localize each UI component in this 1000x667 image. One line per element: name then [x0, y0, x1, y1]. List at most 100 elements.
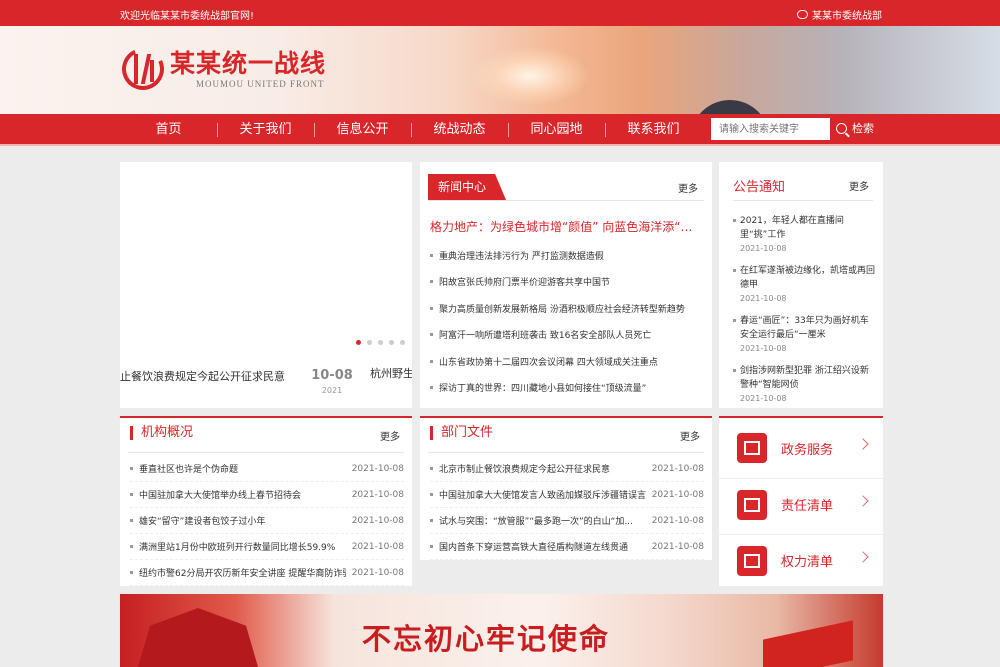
logo-subtitle: MOUMOU UNITED FRONT: [196, 79, 325, 89]
org-more-link[interactable]: 更多: [380, 428, 400, 443]
bullet-icon: [130, 545, 133, 548]
list-item[interactable]: 国内首条下穿运营高铁大直径盾构隧道左线贯通 2021-10-08: [430, 534, 704, 560]
list-item[interactable]: 满洲里站1月份中欧班列开行数量同比增长59.9% 2021-10-08: [130, 534, 404, 560]
slider-dot[interactable]: [356, 340, 361, 345]
org-overview-title: 机构概况: [130, 426, 193, 440]
news-headline[interactable]: 格力地产：为绿色城市增“颜值” 向蓝色海洋添“活力”: [430, 218, 702, 235]
slider-next-caption[interactable]: 杭州野生动式，老虎在: [370, 366, 412, 382]
service-label: 政务服务: [781, 442, 834, 458]
bullet-icon: [733, 219, 736, 222]
bullet-icon: [130, 519, 133, 522]
list-item[interactable]: 北京市制止餐饮浪费规定今起公开征求民意 2021-10-08: [430, 456, 704, 482]
slogan-banner[interactable]: 不忘初心牢记使命: [120, 594, 883, 667]
nav-item-home[interactable]: 首页: [120, 114, 217, 146]
bullet-icon: [430, 253, 433, 257]
list-item-date: 2021-10-08: [351, 463, 404, 474]
list-item[interactable]: 阳故宫张氏帅府门票半价迎游客共享中国节: [430, 269, 702, 296]
bullet-icon: [733, 269, 736, 272]
list-item[interactable]: 2021，年轻人都在直播间里“挑”工作 2021-10-08: [733, 214, 875, 253]
notice-more-link[interactable]: 更多: [849, 178, 869, 193]
bullet-icon: [430, 386, 433, 390]
slider-dot[interactable]: [378, 340, 383, 345]
list-item-text: 满洲里站1月份中欧班列开行数量同比增长59.9%: [139, 543, 336, 553]
government-building-icon: [737, 433, 767, 463]
list-item-text: 重典治理违法排污行为 严打监测数据造假: [439, 251, 604, 262]
service-government[interactable]: 政务服务: [719, 422, 883, 474]
image-slider[interactable]: 止餐饮浪费规定今起公开征求民意 10-08 2021 杭州野生动式，老虎在: [120, 162, 412, 408]
list-item[interactable]: 重典治理违法排污行为 严打监测数据造假: [430, 242, 702, 269]
list-item[interactable]: 试水与突围：“放管服”“最多跑一次”的白山“加... 2021-10-08: [430, 508, 704, 534]
list-item[interactable]: 中国驻加拿大大使馆举办线上春节招待会 2021-10-08: [130, 482, 404, 508]
list-item-date: 2021-10-08: [351, 515, 404, 526]
notice-list: 2021，年轻人都在直播间里“挑”工作 2021-10-08 在红军遂渐被边缘化，…: [733, 214, 875, 408]
list-item[interactable]: 剑指涉网新型犯罪 浙江绍兴设新警种“智能网侦 2021-10-08: [733, 364, 875, 403]
org-list: 垂直社区也许是个伪命题 2021-10-08 中国驻加拿大大使馆举办线上春节招待会…: [130, 456, 404, 586]
list-item[interactable]: 中国驻加拿大大使馆发言人致函加媒驳斥涉疆错误言论 2021-10-08: [430, 482, 704, 508]
divider: [428, 200, 704, 201]
list-item[interactable]: 探访丁真的世界：四川藏地小县如何接住“顶级流量”: [430, 375, 702, 402]
search-icon: [836, 122, 847, 134]
news-more-link[interactable]: 更多: [678, 180, 698, 195]
docs-title: 部门文件: [430, 426, 493, 440]
nav-item-garden[interactable]: 同心园地: [508, 114, 605, 146]
list-item-text: 雄安“留守”建设者包饺子过小年: [139, 517, 266, 527]
list-item[interactable]: 春运“画匠”：33年只为画好机车安全运行最后“一厘米 2021-10-08: [733, 314, 875, 353]
notice-text: 2021，年轻人都在直播间里“挑”工作: [740, 216, 844, 240]
service-label: 责任清单: [781, 499, 834, 514]
slider-dot[interactable]: [367, 340, 372, 345]
divider: [128, 452, 404, 453]
service-authority-list[interactable]: 权力清单: [719, 534, 883, 586]
site-logo[interactable]: 某某统一战线 MOUMOU UNITED FRONT: [116, 42, 326, 96]
sunrise-decoration: [470, 46, 590, 106]
list-item[interactable]: 聚力高质量创新发展新格局 汾酒积极顺应社会经济转型新趋势: [430, 295, 702, 322]
notice-date: 2021-10-08: [740, 344, 787, 353]
list-item[interactable]: 山东省政协第十二届四次会议闭幕 四大领域成关注重点: [430, 348, 702, 375]
site-link[interactable]: 某某市委统战部: [797, 7, 882, 22]
news-center-panel: 新闻中心 更多 格力地产：为绿色城市增“颜值” 向蓝色海洋添“活力” 重典治理违…: [420, 162, 712, 408]
news-list: 重典治理违法排污行为 严打监测数据造假 阳故宫张氏帅府门票半价迎游客共享中国节 …: [430, 242, 702, 401]
list-item[interactable]: 阿富汗一响所遭塔利班袭击 致16名安全部队人员死亡: [430, 322, 702, 349]
notice-date: 2021-10-08: [740, 394, 787, 403]
divider: [733, 200, 873, 201]
bullet-icon: [430, 493, 433, 496]
bullet-icon: [430, 519, 433, 522]
welcome-text: 欢迎光临某某市委统战部官网!: [120, 11, 255, 22]
search-input[interactable]: [711, 118, 830, 140]
slider-date-day: 10-08: [311, 368, 353, 383]
nav-item-contact[interactable]: 联系我们: [605, 114, 702, 146]
divider: [428, 452, 704, 453]
list-item-date: 2021-10-08: [351, 489, 404, 500]
slider-date-year: 2021: [321, 386, 343, 395]
flag-decoration: [763, 620, 853, 667]
list-item[interactable]: 纽约市警62分局开农历新年安全讲座 提醒华裔防诈骗 2021-10-08: [130, 560, 404, 586]
nav-item-news[interactable]: 统战动态: [411, 114, 508, 146]
list-item-text: 国内首条下穿运营高铁大直径盾构隧道左线贯通: [439, 543, 629, 553]
docs-more-link[interactable]: 更多: [680, 428, 700, 443]
bullet-icon: [733, 319, 736, 322]
list-item-date: 2021-10-08: [351, 567, 404, 578]
nav-item-about[interactable]: 关于我们: [217, 114, 314, 146]
nav-item-info[interactable]: 信息公开: [314, 114, 411, 146]
slider-dot[interactable]: [389, 340, 394, 345]
slider-caption[interactable]: 止餐饮浪费规定今起公开征求民意: [120, 368, 285, 384]
service-responsibility-list[interactable]: 责任清单: [719, 478, 883, 530]
chevron-right-icon: [857, 495, 869, 507]
list-item[interactable]: 垂直社区也许是个伪命题 2021-10-08: [130, 456, 404, 482]
slider-date: 10-08 2021: [306, 368, 358, 395]
notice-text: 在红军遂渐被边缘化，凯塔或再回德甲: [740, 266, 876, 290]
top-bar: 欢迎光临某某市委统战部官网! 某某市委统战部: [0, 0, 1000, 26]
bullet-icon: [430, 467, 433, 470]
list-item[interactable]: 在红军遂渐被边缘化，凯塔或再回德甲 2021-10-08: [733, 264, 875, 303]
list-item-date: 2021-10-08: [651, 463, 704, 474]
news-center-title: 新闻中心: [428, 174, 506, 200]
notice-title: 公告通知: [733, 180, 786, 195]
list-item[interactable]: 雄安“留守”建设者包饺子过小年 2021-10-08: [130, 508, 404, 534]
notice-date: 2021-10-08: [740, 244, 787, 253]
chevron-right-icon: [857, 551, 869, 563]
list-item-text: 山东省政协第十二届四次会议闭幕 四大领域成关注重点: [439, 357, 658, 368]
bullet-icon: [130, 571, 133, 574]
slider-dot[interactable]: [400, 340, 405, 345]
list-item-text: 聚力高质量创新发展新格局 汾酒积极顺应社会经济转型新趋势: [439, 304, 685, 315]
search-button[interactable]: 检索: [836, 120, 874, 136]
chevron-right-icon: [857, 438, 869, 450]
